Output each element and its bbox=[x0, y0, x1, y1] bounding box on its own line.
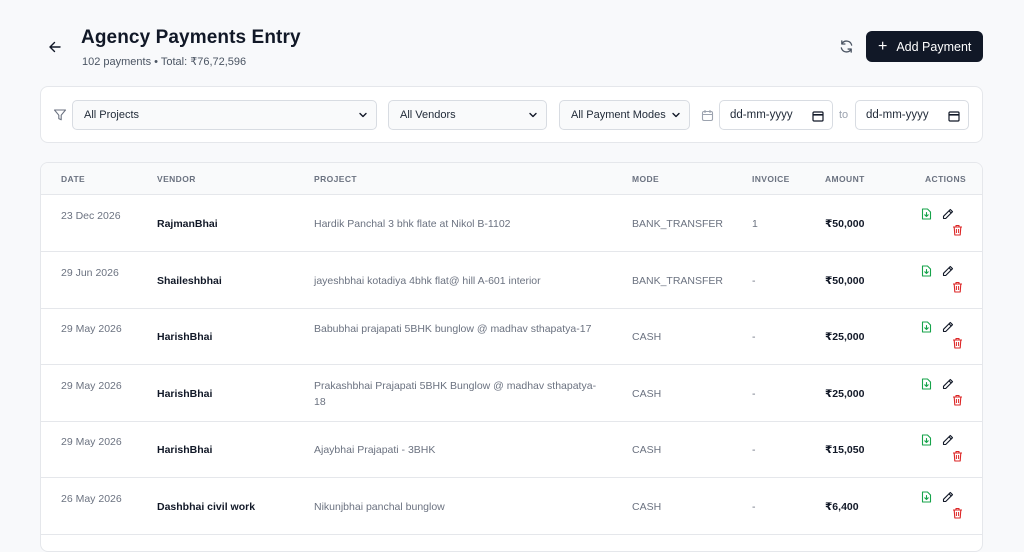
payment-date: 29 Jun 2026 bbox=[61, 266, 119, 279]
delete-icon[interactable] bbox=[952, 336, 966, 350]
column-header-invoice: INVOICE bbox=[752, 174, 790, 184]
column-header-project: PROJECT bbox=[314, 174, 357, 184]
payment-project: Prakashbhai Prajapati 5BHK Bunglow @ mad… bbox=[314, 379, 597, 408]
page-header: Agency Payments Entry 102 payments • Tot… bbox=[0, 0, 1024, 80]
vendor-filter-value: All Vendors bbox=[400, 109, 456, 121]
payment-vendor: Shaileshbhai bbox=[157, 274, 222, 287]
payment-date: 29 May 2026 bbox=[61, 436, 122, 449]
date-from-input[interactable]: dd-mm-yyyy bbox=[719, 100, 833, 130]
payments-table: DATE VENDOR PROJECT MODE INVOICE AMOUNT … bbox=[40, 162, 983, 552]
table-row: 29 Jun 2026 Shaileshbhai jayeshbhai kotadi… bbox=[41, 252, 982, 309]
payment-vendor: HarishBhai bbox=[157, 331, 213, 344]
edit-icon[interactable] bbox=[942, 433, 956, 447]
delete-icon[interactable] bbox=[952, 280, 966, 294]
delete-icon[interactable] bbox=[952, 223, 966, 237]
calendar-icon[interactable] bbox=[948, 110, 960, 122]
date-from-value: dd-mm-yyyy bbox=[730, 109, 793, 121]
edit-icon[interactable] bbox=[942, 320, 956, 334]
payment-date: 29 May 2026 bbox=[61, 323, 122, 336]
page-subtitle: 102 payments • Total: ₹76,72,596 bbox=[82, 56, 247, 68]
payment-amount: ₹50,000 bbox=[825, 218, 865, 230]
edit-icon[interactable] bbox=[942, 264, 956, 278]
delete-icon[interactable] bbox=[952, 506, 966, 520]
payment-project: Hardik Panchal 3 bhk flate at Nikol B-11… bbox=[314, 218, 511, 230]
arrow-left-icon bbox=[49, 41, 61, 53]
vendor-filter-select[interactable]: All Vendors bbox=[388, 100, 547, 130]
filter-icon bbox=[53, 109, 67, 121]
date-range-to-label: to bbox=[839, 109, 849, 121]
payment-date: 29 May 2026 bbox=[61, 379, 122, 392]
payment-invoice: - bbox=[752, 331, 756, 344]
payment-project: Nikunjbhai panchal bunglow bbox=[314, 501, 445, 513]
payment-project: Ajaybhai Prajapati - 3BHK bbox=[314, 444, 436, 457]
table-header: DATE VENDOR PROJECT MODE INVOICE AMOUNT … bbox=[41, 163, 982, 195]
delete-icon[interactable] bbox=[952, 393, 966, 407]
add-payment-button[interactable]: + Add Payment bbox=[866, 31, 983, 62]
payment-date: 23 Dec 2026 bbox=[61, 210, 121, 222]
payment-mode: CASH bbox=[632, 387, 662, 400]
delete-icon[interactable] bbox=[952, 449, 966, 463]
payment-invoice: - bbox=[752, 387, 756, 400]
table-row: 26 May 2026 Dashbhai civil work Nikunjbhai… bbox=[41, 478, 982, 535]
payment-amount: ₹25,000 bbox=[825, 387, 865, 400]
project-filter-select[interactable]: All Projects bbox=[72, 100, 377, 130]
date-to-input[interactable]: dd-mm-yyyy bbox=[855, 100, 969, 130]
project-filter-value: All Projects bbox=[84, 109, 140, 121]
payment-mode: CASH bbox=[632, 331, 662, 344]
column-header-mode: MODE bbox=[632, 174, 660, 184]
edit-icon[interactable] bbox=[942, 490, 956, 504]
chevron-down-icon bbox=[529, 112, 537, 118]
payment-vendor: HarishBhai bbox=[157, 387, 213, 400]
plus-icon: + bbox=[878, 37, 888, 55]
payment-invoice: - bbox=[752, 274, 756, 287]
payment-date: 26 May 2026 bbox=[61, 493, 122, 505]
filter-bar: All Projects All Vendors All Payment Mod… bbox=[40, 86, 983, 143]
back-button[interactable] bbox=[44, 36, 66, 58]
download-invoice-icon[interactable] bbox=[921, 377, 935, 391]
table-row: 29 May 2026 HarishBhai Ajaybhai Prajapati … bbox=[41, 421, 982, 479]
payment-amount: ₹50,000 bbox=[825, 274, 865, 287]
calendar-icon bbox=[701, 110, 714, 122]
download-invoice-icon[interactable] bbox=[921, 264, 935, 278]
payment-project: Babubhai prajapati 5BHK bunglow @ madhav… bbox=[314, 323, 592, 336]
add-payment-label: Add Payment bbox=[896, 39, 972, 54]
chevron-down-icon bbox=[359, 112, 367, 118]
refresh-button[interactable] bbox=[835, 35, 857, 57]
download-invoice-icon[interactable] bbox=[921, 207, 935, 221]
payment-mode: CASH bbox=[632, 501, 662, 513]
payment-mode-filter-value: All Payment Modes bbox=[571, 109, 666, 121]
column-header-date: DATE bbox=[61, 174, 86, 184]
payment-invoice: 1 bbox=[752, 218, 758, 230]
table-row: 29 May 2026 HarishBhai Babubhai prajapati … bbox=[41, 308, 982, 366]
payment-amount: ₹6,400 bbox=[825, 501, 859, 513]
download-invoice-icon[interactable] bbox=[921, 490, 935, 504]
column-header-amount: AMOUNT bbox=[825, 174, 865, 184]
payment-mode: BANK_TRANSFER bbox=[632, 274, 724, 287]
payment-vendor: Dashbhai civil work bbox=[157, 501, 256, 513]
page-title: Agency Payments Entry bbox=[81, 27, 301, 48]
calendar-icon[interactable] bbox=[812, 110, 824, 122]
edit-icon[interactable] bbox=[942, 207, 956, 221]
payment-project: jayeshbhai kotadiya 4bhk flat@ hill A-60… bbox=[314, 274, 541, 287]
download-invoice-icon[interactable] bbox=[921, 433, 935, 447]
payment-vendor: HarishBhai bbox=[157, 444, 213, 457]
payment-invoice: - bbox=[752, 501, 756, 513]
payment-amount: ₹15,050 bbox=[825, 444, 865, 457]
payment-mode: CASH bbox=[632, 444, 662, 457]
payment-invoice: - bbox=[752, 444, 756, 457]
date-to-value: dd-mm-yyyy bbox=[866, 109, 929, 121]
payment-mode-filter-select[interactable]: All Payment Modes bbox=[559, 100, 690, 130]
payment-vendor: RajmanBhai bbox=[157, 218, 218, 230]
payment-mode: BANK_TRANSFER bbox=[632, 218, 724, 230]
download-invoice-icon[interactable] bbox=[921, 320, 935, 334]
refresh-icon bbox=[840, 39, 852, 53]
column-header-vendor: VENDOR bbox=[157, 174, 196, 184]
edit-icon[interactable] bbox=[942, 377, 956, 391]
payment-amount: ₹25,000 bbox=[825, 331, 865, 344]
table-row: 23 Dec 2026 RajmanBhai Hardik Panchal 3 bh… bbox=[41, 195, 982, 252]
table-row: 29 May 2026 HarishBhai Prakashbhai Prajapa… bbox=[41, 365, 982, 422]
column-header-actions: ACTIONS bbox=[925, 174, 967, 184]
chevron-down-icon bbox=[672, 112, 680, 118]
